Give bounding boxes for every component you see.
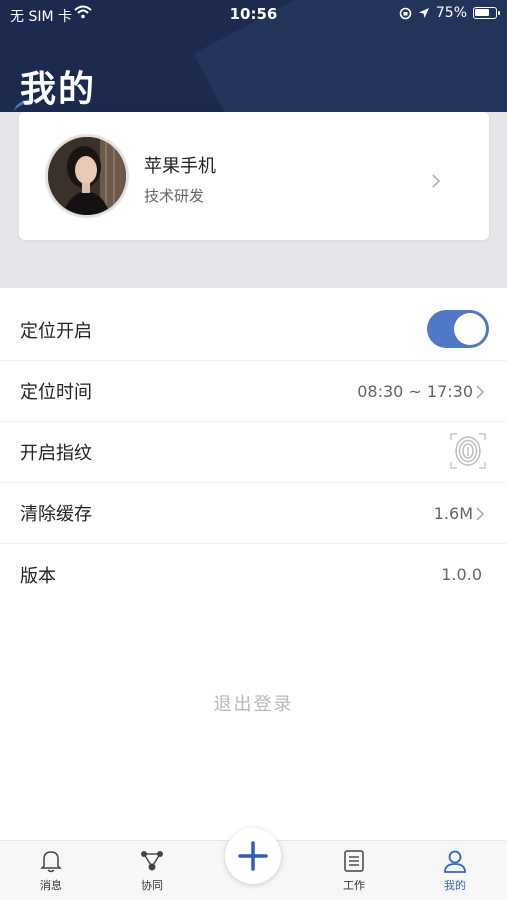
user-icon <box>444 850 466 873</box>
location-time-value: 08:30 ~ 17:30 <box>357 381 473 401</box>
tab-messages[interactable]: 消息 <box>11 849 91 893</box>
settings-row-location-time[interactable]: 定位时间 08:30 ~ 17:30 <box>0 361 507 422</box>
chevron-right-icon <box>432 174 441 188</box>
add-button[interactable] <box>225 828 281 884</box>
bell-icon <box>40 851 62 873</box>
fingerprint-icon[interactable] <box>449 432 487 470</box>
fingerprint-label: 开启指纹 <box>20 443 92 464</box>
tab-label-me: 我的 <box>444 879 466 892</box>
network-icon <box>141 851 163 871</box>
location-enabled-label: 定位开启 <box>20 321 92 342</box>
settings-list: 定位开启 定位时间 08:30 ~ 17:30 开启指纹 清除缓存 1.6M 版… <box>0 300 507 605</box>
status-right-group: 75% <box>399 5 500 21</box>
settings-row-location-enabled: 定位开启 <box>0 300 507 361</box>
cache-size-value: 1.6M <box>433 503 473 523</box>
toggle-knob <box>454 313 486 345</box>
orientation-lock-icon <box>399 7 412 19</box>
tab-label-collaboration: 协同 <box>141 879 163 892</box>
plus-icon <box>238 841 268 871</box>
location-time-label: 定位时间 <box>20 382 92 403</box>
chevron-right-icon <box>476 507 485 521</box>
settings-row-version: 版本 1.0.0 <box>0 544 507 605</box>
tab-label-work: 工作 <box>343 879 365 892</box>
tab-work[interactable]: 工作 <box>314 849 394 893</box>
location-arrow-icon <box>418 8 429 18</box>
logout-button[interactable]: 退出登录 <box>0 690 507 716</box>
avatar-photo <box>48 137 126 215</box>
battery-icon <box>473 7 500 19</box>
settings-row-fingerprint: 开启指纹 <box>0 422 507 483</box>
tab-me[interactable]: 我的 <box>415 849 495 893</box>
tab-label-messages: 消息 <box>40 879 62 892</box>
profile-department: 技术研发 <box>144 187 205 205</box>
document-icon <box>344 850 364 872</box>
version-label: 版本 <box>20 565 56 587</box>
tab-collaboration[interactable]: 协同 <box>112 849 192 893</box>
battery-percent: 75% <box>435 5 467 21</box>
location-toggle[interactable] <box>427 310 489 348</box>
status-bar: 无 SIM 卡 10:56 75% <box>0 0 507 28</box>
profile-name: 苹果手机 <box>144 156 216 177</box>
version-value: 1.0.0 <box>441 565 482 584</box>
avatar[interactable] <box>45 134 129 218</box>
profile-card[interactable]: 苹果手机 技术研发 <box>19 112 489 240</box>
settings-row-clear-cache[interactable]: 清除缓存 1.6M <box>0 483 507 544</box>
page-title: 我的 <box>20 69 97 110</box>
clear-cache-label: 清除缓存 <box>20 504 92 525</box>
chevron-right-icon <box>476 385 485 399</box>
battery-fill <box>475 9 490 16</box>
